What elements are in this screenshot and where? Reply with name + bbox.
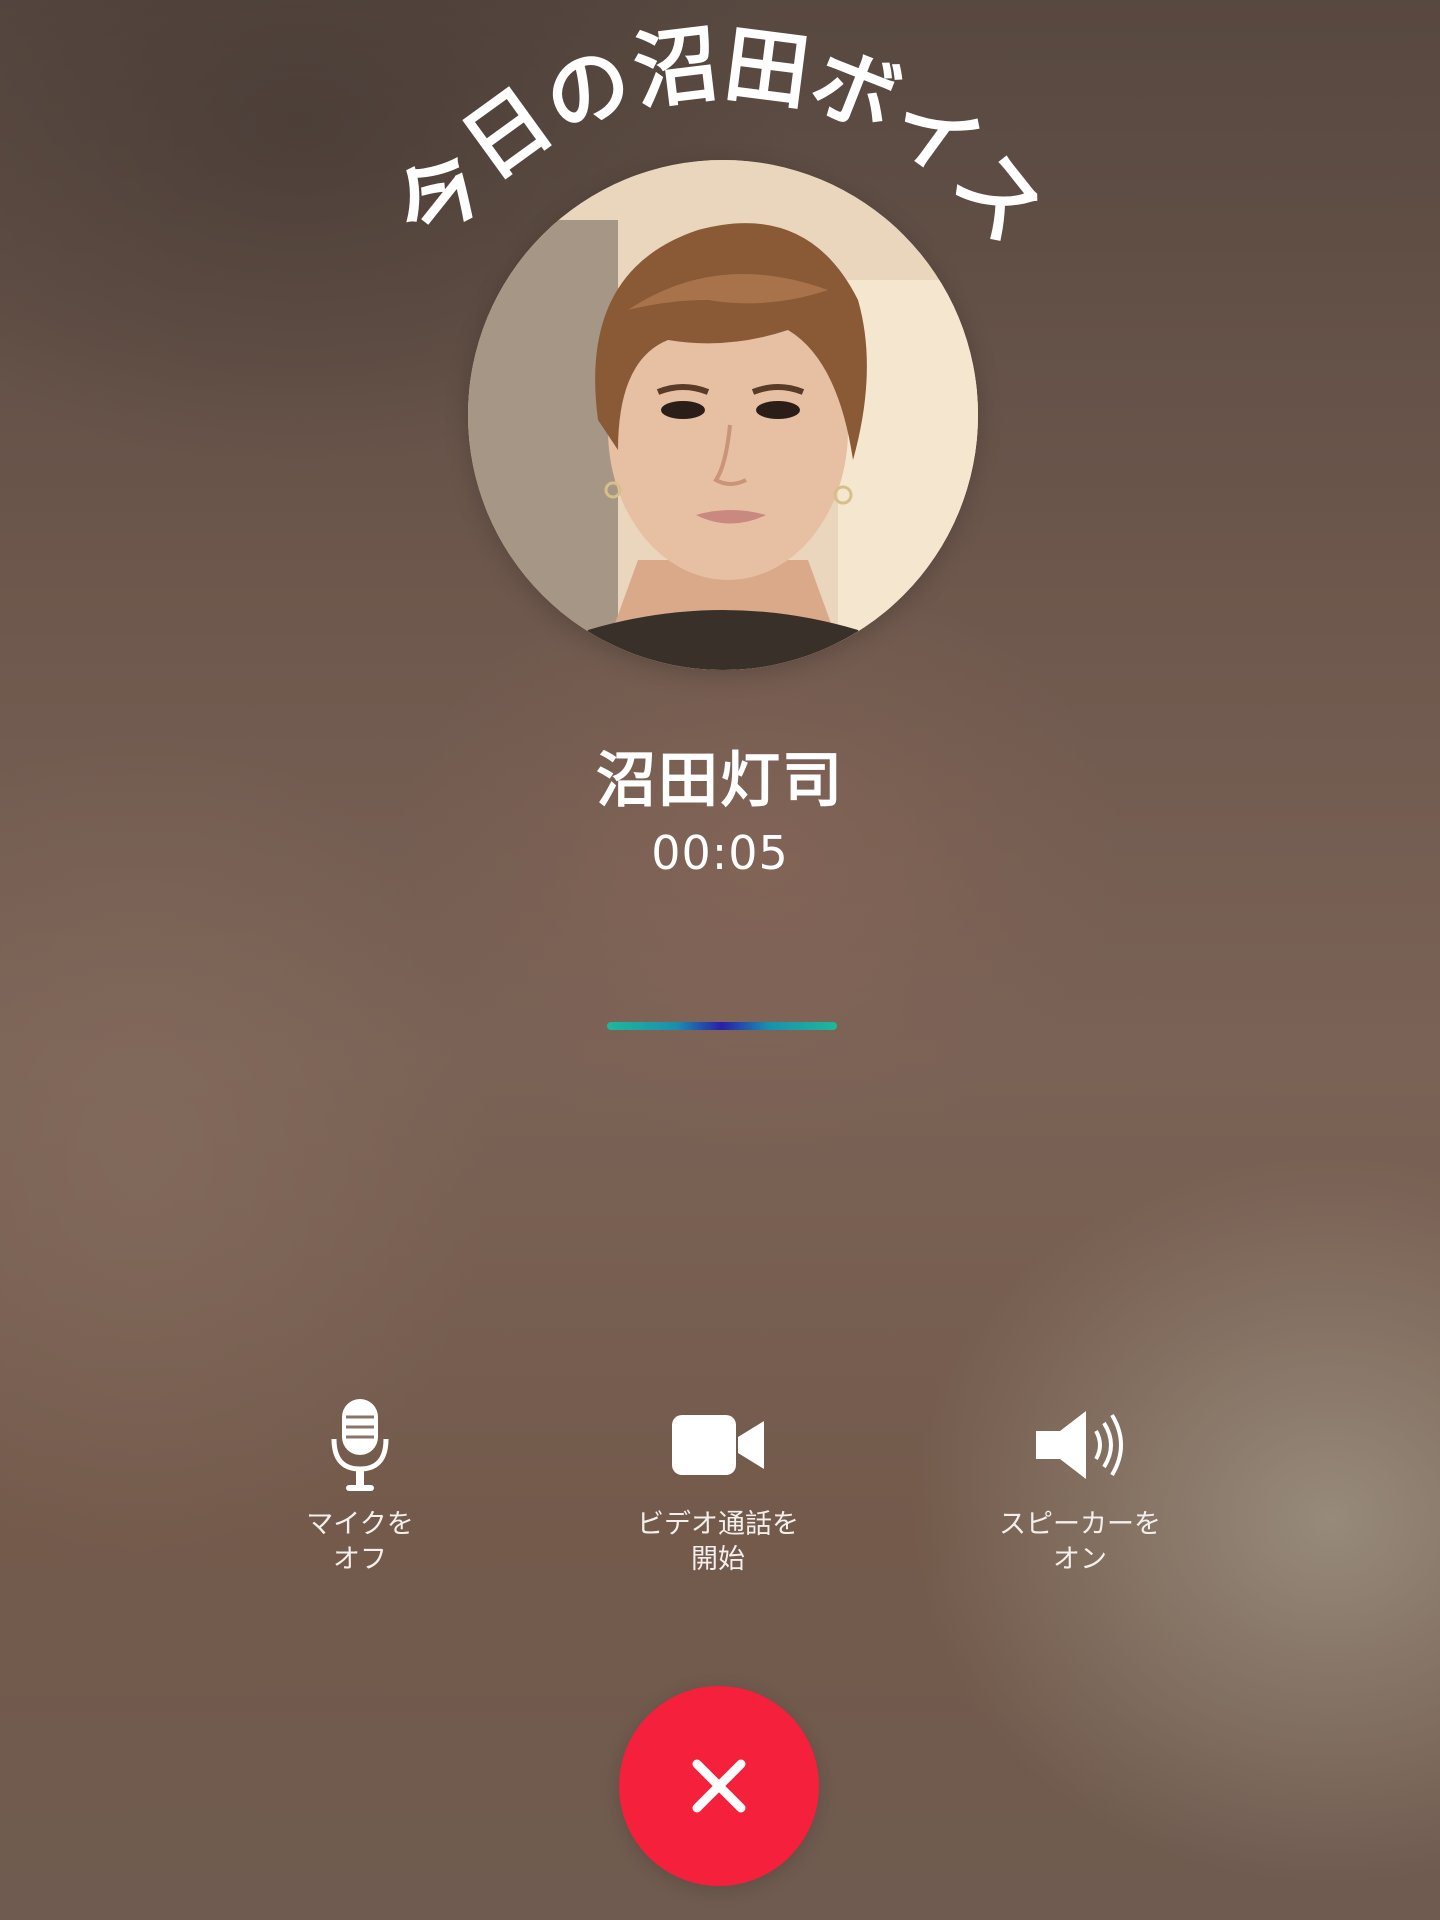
speaker-icon bbox=[1036, 1411, 1123, 1479]
profile-photo bbox=[468, 160, 978, 670]
caller-name: 沼田灯司 bbox=[596, 746, 844, 816]
start-video-label: ビデオ通話を 開始 bbox=[637, 1509, 799, 1575]
start-video-button[interactable]: ビデオ通話を 開始 bbox=[568, 1395, 868, 1577]
speaker-button[interactable]: スピーカーを オン bbox=[930, 1395, 1230, 1577]
call-timer: 00:05 bbox=[651, 826, 789, 880]
voice-activity-wave bbox=[607, 1022, 837, 1030]
video-camera-icon bbox=[672, 1415, 764, 1475]
voice-call-screen: 今日の沼田ボイス 沼田灯司 00:05 マイクを オフ ビデオ通話を 開始 スピ… bbox=[0, 0, 1440, 1920]
microphone-icon bbox=[331, 1399, 389, 1491]
mute-mic-button[interactable]: マイクを オフ bbox=[210, 1395, 510, 1577]
speaker-label: スピーカーを オン bbox=[999, 1509, 1161, 1575]
caller-avatar bbox=[468, 160, 978, 670]
mute-mic-label: マイクを オフ bbox=[306, 1509, 414, 1575]
end-call-button[interactable] bbox=[619, 1686, 819, 1886]
close-icon bbox=[692, 1759, 746, 1813]
